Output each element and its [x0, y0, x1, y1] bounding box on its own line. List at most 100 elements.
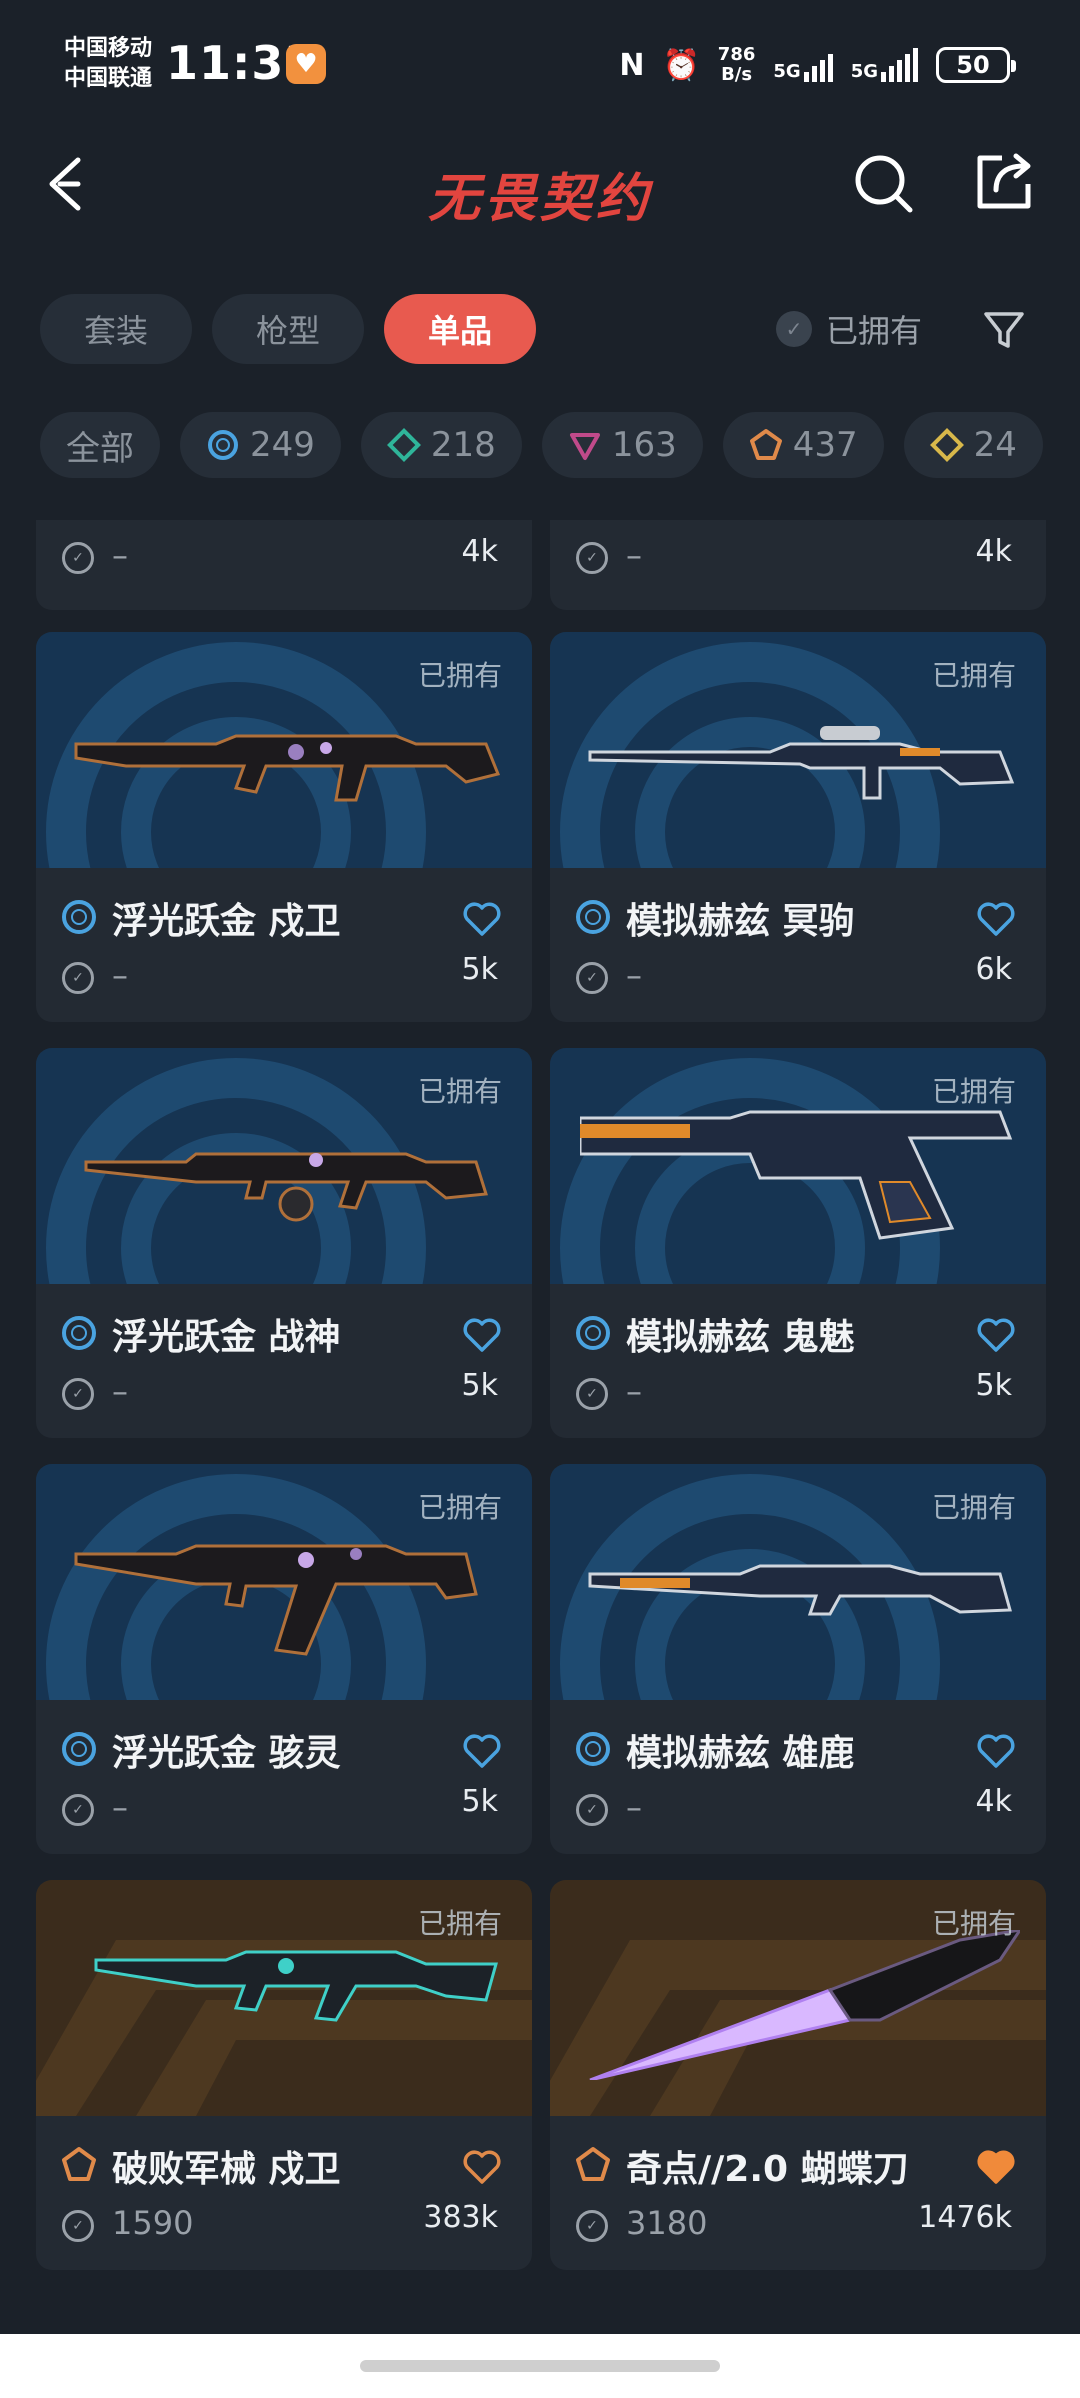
item-likes: 4k	[975, 534, 1012, 569]
currency-icon: ✓	[576, 542, 608, 574]
select-tier-icon	[576, 1316, 610, 1350]
tab-bundles[interactable]: 套装	[40, 294, 193, 364]
weapon-artwork: 已拥有	[36, 1880, 532, 2116]
owned-tag: 已拥有	[417, 659, 502, 692]
exclusive-tier-icon	[749, 429, 782, 460]
item-price: –	[112, 536, 128, 574]
heart-icon[interactable]	[462, 2148, 502, 2186]
item-card[interactable]: 已拥有 奇点//2.0 蝴蝶刀 ✓ 3180 1476k	[550, 1880, 1046, 2270]
sniper-rifle-icon	[588, 726, 1015, 800]
tab-weapon-types[interactable]: 枪型	[212, 294, 365, 364]
item-card[interactable]: 已拥有 模拟赫兹 冥驹 ✓ – 6k	[550, 632, 1046, 1022]
item-card[interactable]: 已拥有 破败军械 戍卫 ✓ 1590 383k	[36, 1880, 532, 2270]
smg-icon	[74, 1544, 478, 1656]
item-grid: ✓ – 4k ✓ – 4k 已拥有 浮光跃金 戍卫 ✓ – 5k 已拥有 模拟赫…	[36, 520, 1046, 2270]
rifle-icon	[74, 734, 501, 802]
carrier-1: 中国移动	[64, 36, 153, 61]
heart-icon[interactable]	[976, 900, 1016, 938]
search-icon[interactable]	[852, 152, 916, 216]
item-card[interactable]: ✓ – 4k	[36, 520, 532, 610]
select-tier-icon	[208, 430, 238, 460]
item-name: 模拟赫兹 雄鹿	[626, 1733, 855, 1774]
currency-icon: ✓	[576, 2210, 608, 2242]
rarity-filter-row: 全部 249 218 163 437 24	[40, 412, 1054, 482]
item-card[interactable]: 已拥有 浮光跃金 骇灵 ✓ – 5k	[36, 1464, 532, 1854]
currency-icon: ✓	[576, 1378, 608, 1410]
shotgun-icon	[588, 1564, 1012, 1616]
heart-icon[interactable]	[976, 1316, 1016, 1354]
home-indicator[interactable]	[360, 2360, 720, 2372]
owned-filter-toggle[interactable]: ✓ 已拥有	[776, 306, 922, 352]
item-card[interactable]: 已拥有 浮光跃金 战神 ✓ – 5k	[36, 1048, 532, 1438]
premium-tier-icon	[569, 433, 600, 460]
health-app-icon: ♥	[286, 44, 326, 84]
heart-icon[interactable]	[976, 1732, 1016, 1770]
heart-icon[interactable]	[462, 1316, 502, 1354]
net-speed-unit: B/s	[721, 64, 753, 85]
currency-icon: ✓	[62, 542, 94, 574]
tab-single-items[interactable]: 单品	[384, 294, 537, 364]
item-price: –	[112, 1372, 128, 1410]
heart-filled-icon[interactable]	[976, 2148, 1016, 2186]
exclusive-tier-icon	[62, 2147, 96, 2181]
battery-icon: 50	[936, 47, 1016, 83]
item-likes: 383k	[423, 2200, 498, 2235]
net-speed: 786 B/s	[718, 45, 756, 85]
exclusive-tier-icon	[576, 2147, 610, 2181]
rarity-chip-ultra[interactable]: 24	[903, 412, 1043, 478]
owned-tag: 已拥有	[931, 1075, 1016, 1108]
item-name: 模拟赫兹 冥驹	[626, 901, 855, 942]
rarity-chip-label: 全部	[66, 428, 134, 469]
ultra-tier-icon	[929, 428, 964, 462]
item-likes: 4k	[461, 534, 498, 569]
weapon-artwork: 已拥有	[36, 1464, 532, 1700]
rarity-chip-all[interactable]: 全部	[40, 412, 160, 478]
item-card[interactable]: 已拥有 浮光跃金 戍卫 ✓ – 5k	[36, 632, 532, 1022]
weapon-artwork: 已拥有	[550, 1464, 1046, 1700]
item-likes: 5k	[461, 952, 498, 987]
deluxe-tier-icon	[386, 428, 421, 462]
rarity-chip-label: 218	[430, 425, 496, 465]
item-likes: 5k	[461, 1784, 498, 1819]
share-icon[interactable]	[972, 150, 1036, 214]
item-price: –	[112, 956, 128, 994]
rarity-chip-deluxe[interactable]: 218	[360, 412, 522, 478]
filter-icon[interactable]	[980, 306, 1028, 354]
rarity-chip-premium[interactable]: 163	[541, 412, 703, 478]
owned-tag: 已拥有	[931, 1491, 1016, 1524]
category-tabs: 套装 枪型 单品	[40, 294, 537, 364]
rarity-chip-exclusive[interactable]: 437	[722, 412, 884, 478]
item-likes: 5k	[461, 1368, 498, 1403]
signal-2: 5G	[851, 48, 918, 82]
item-price: 1590	[112, 2204, 194, 2242]
item-card[interactable]: ✓ – 4k	[550, 520, 1046, 610]
signal-1: 5G	[773, 48, 833, 82]
pistol-icon	[580, 1110, 1013, 1240]
signal-2-label: 5G	[850, 61, 878, 82]
item-price: –	[626, 536, 642, 574]
item-name: 奇点//2.0 蝴蝶刀	[626, 2149, 909, 2190]
heart-icon[interactable]	[462, 1732, 502, 1770]
owned-tag: 已拥有	[931, 659, 1016, 692]
item-likes: 4k	[975, 1784, 1012, 1819]
carrier-2: 中国联通	[64, 66, 153, 91]
weapon-artwork: 已拥有	[550, 1048, 1046, 1284]
owned-tag: 已拥有	[417, 1075, 502, 1108]
currency-icon: ✓	[62, 2210, 94, 2242]
rarity-chip-select[interactable]: 249	[180, 412, 341, 478]
item-likes: 5k	[975, 1368, 1012, 1403]
item-likes: 6k	[975, 952, 1012, 987]
item-name: 浮光跃金 骇灵	[112, 1733, 341, 1774]
item-card[interactable]: 已拥有 模拟赫兹 雄鹿 ✓ – 4k	[550, 1464, 1046, 1854]
rifle-icon	[94, 1950, 498, 2022]
rarity-chip-label: 437	[792, 425, 858, 465]
currency-icon: ✓	[62, 962, 94, 994]
heart-icon[interactable]	[462, 900, 502, 938]
item-card[interactable]: 已拥有 模拟赫兹 鬼魅 ✓ – 5k	[550, 1048, 1046, 1438]
item-price: –	[626, 1788, 642, 1826]
currency-icon: ✓	[576, 962, 608, 994]
currency-icon: ✓	[62, 1794, 94, 1826]
select-tier-icon	[576, 1732, 610, 1766]
signal-bars-icon	[881, 48, 918, 82]
select-tier-icon	[576, 900, 610, 934]
